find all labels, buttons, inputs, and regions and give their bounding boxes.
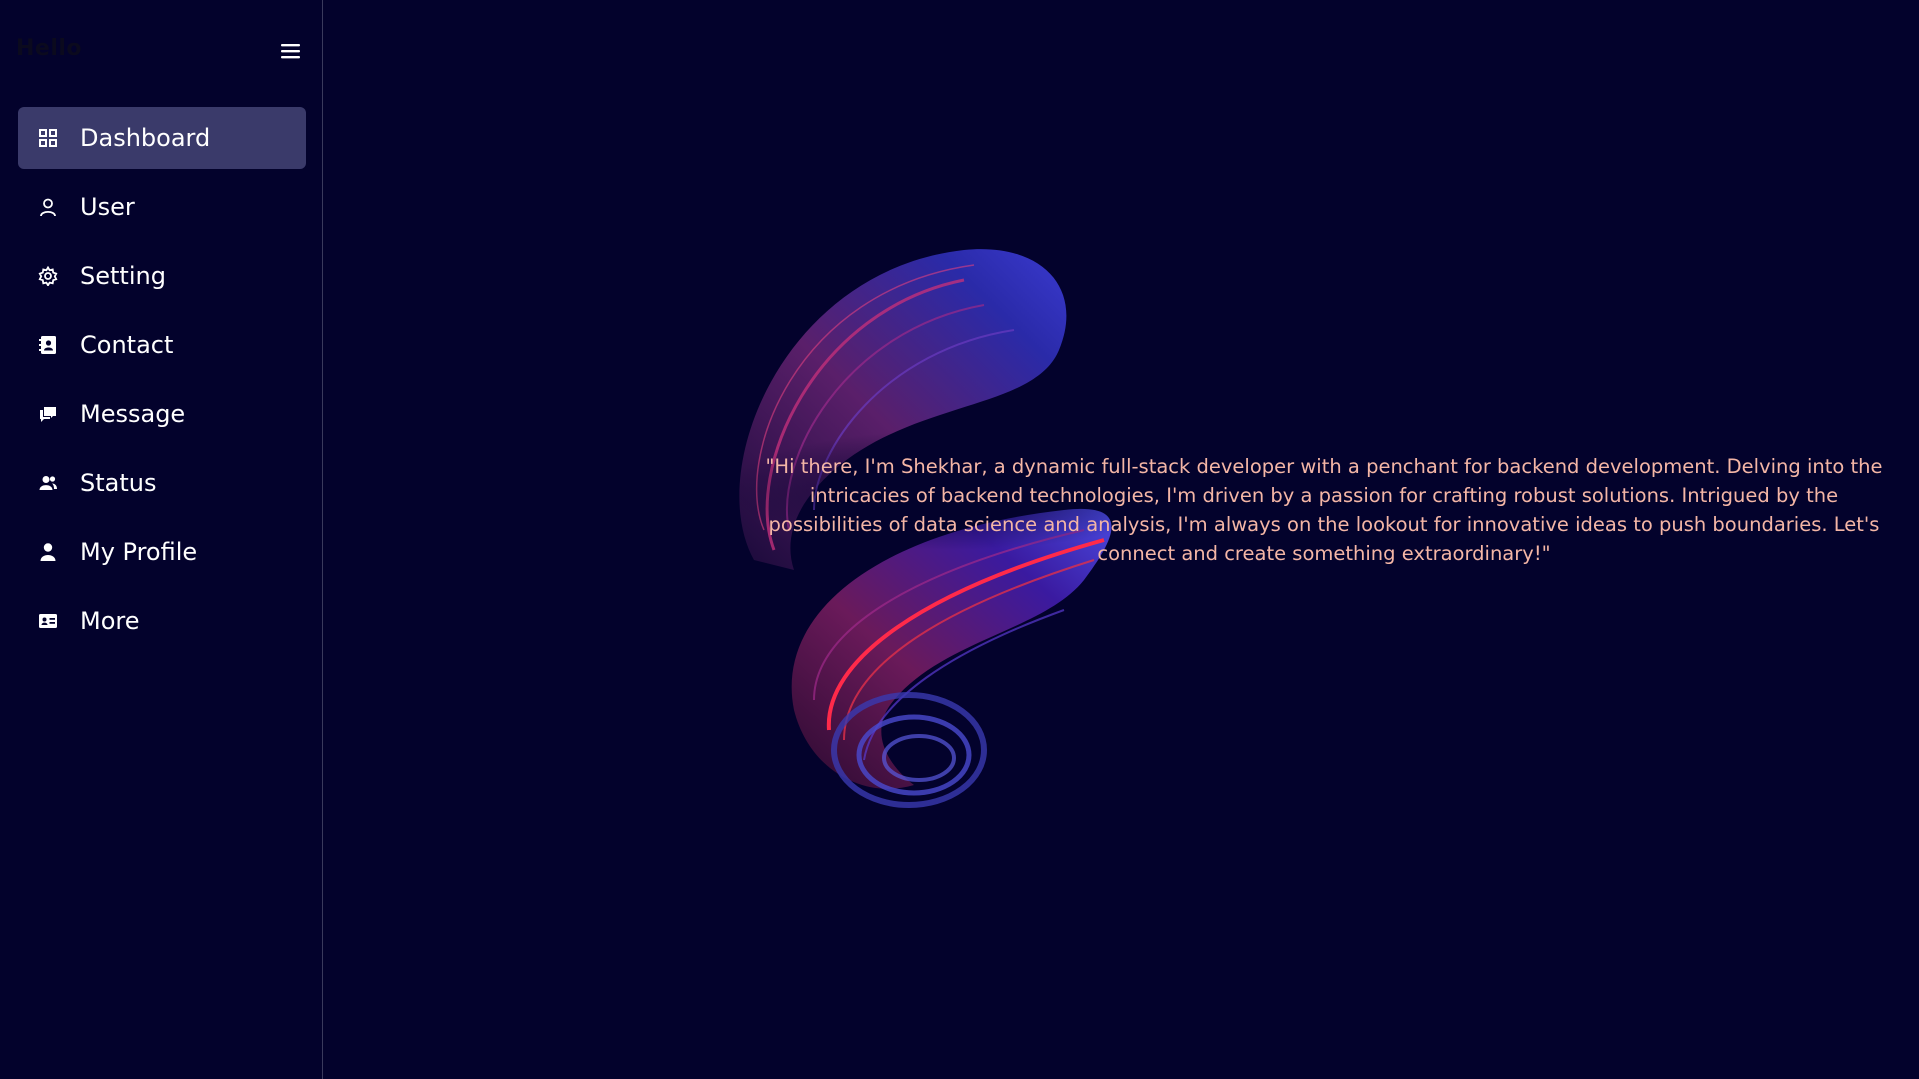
grid-icon	[37, 127, 59, 149]
id-card-icon	[37, 610, 59, 632]
sidebar-item-label: Setting	[80, 262, 166, 290]
sidebar-item-label: More	[80, 607, 140, 635]
person-icon	[37, 541, 59, 563]
sidebar-item-my-profile[interactable]: My Profile	[18, 521, 306, 583]
sidebar-item-label: Contact	[80, 331, 174, 359]
sidebar-item-label: Message	[80, 400, 186, 428]
sidebar-item-user[interactable]: User	[18, 176, 306, 238]
sidebar-item-setting[interactable]: Setting	[18, 245, 306, 307]
sidebar-item-label: Dashboard	[80, 124, 211, 152]
sidebar-nav: Dashboard User Setting Contact Message S…	[18, 107, 306, 659]
sidebar-item-message[interactable]: Message	[18, 383, 306, 445]
hamburger-icon	[281, 44, 300, 59]
sidebar: Hello Dashboard User Setting Contact Mes…	[0, 0, 323, 1079]
users-icon	[37, 472, 59, 494]
sidebar-item-status[interactable]: Status	[18, 452, 306, 514]
gear-icon	[37, 265, 59, 287]
sidebar-item-label: My Profile	[80, 538, 198, 566]
user-outline-icon	[37, 196, 59, 218]
bio-paragraph: "Hi there, I'm Shekhar, a dynamic full-s…	[765, 454, 1883, 565]
menu-toggle-button[interactable]	[278, 39, 304, 63]
sidebar-item-contact[interactable]: Contact	[18, 314, 306, 376]
main-content: "Hi there, I'm Shekhar, a dynamic full-s…	[324, 0, 1919, 1079]
sidebar-item-label: User	[80, 193, 135, 221]
contact-book-icon	[37, 334, 59, 356]
sidebar-item-dashboard[interactable]: Dashboard	[18, 107, 306, 169]
app-root: Hello Dashboard User Setting Contact Mes…	[0, 0, 1919, 1079]
sidebar-item-label: Status	[80, 469, 157, 497]
chat-icon	[37, 403, 59, 425]
brand-title: Hello	[16, 36, 83, 61]
sidebar-item-more[interactable]: More	[18, 590, 306, 652]
